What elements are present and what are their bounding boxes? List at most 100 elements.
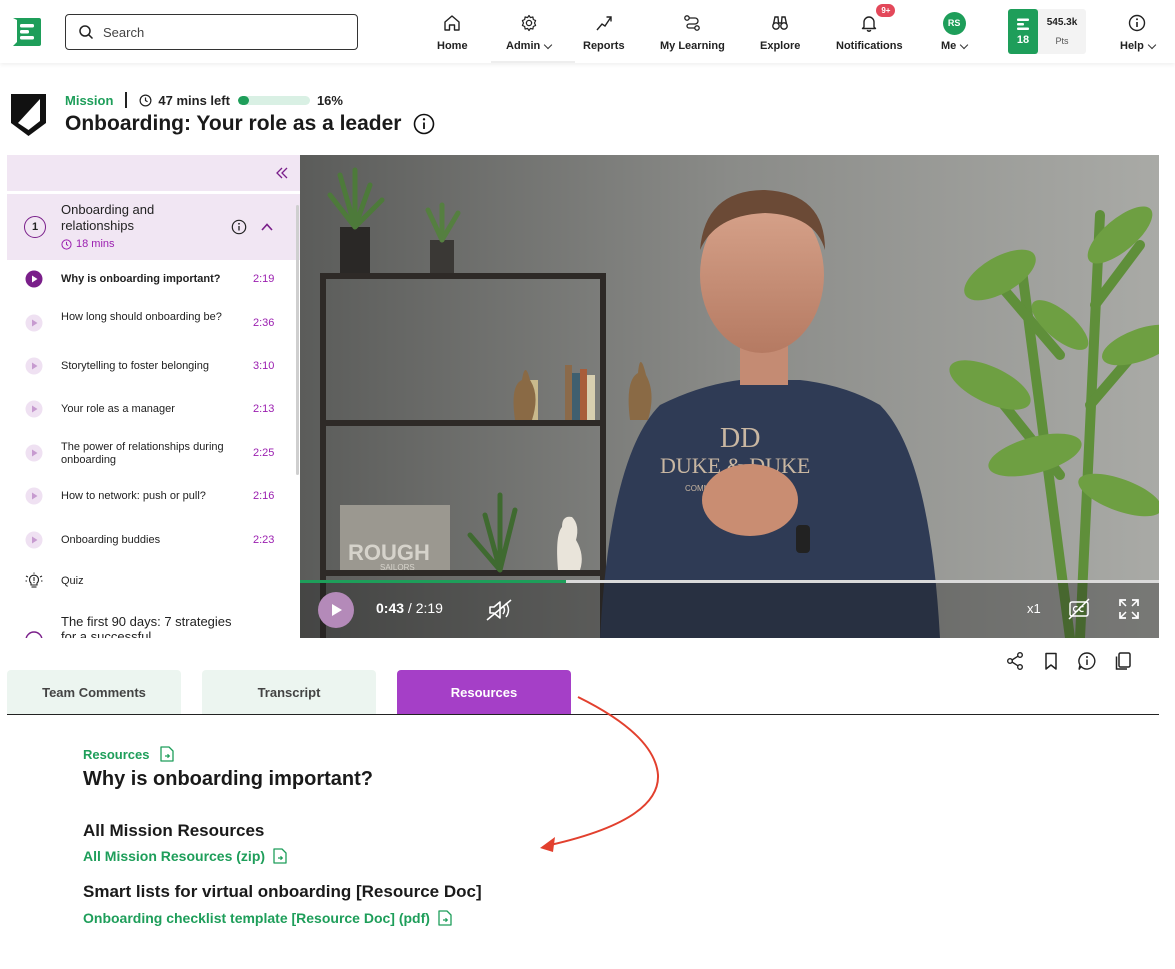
notification-count-badge: 9+	[876, 4, 896, 17]
sidebar-header	[7, 155, 300, 191]
chevron-down-icon	[960, 40, 969, 49]
points-value: 545.3k	[1046, 17, 1078, 28]
mute-icon[interactable]	[484, 597, 514, 623]
lesson-duration: 2:36	[253, 317, 275, 329]
lesson-item[interactable]: Storytelling to foster belonging 3:10	[7, 357, 292, 375]
video-time: 0:43 / 2:19	[376, 600, 443, 616]
sign-subtext: SAILORS	[380, 563, 415, 572]
search-box[interactable]	[65, 14, 358, 50]
nav-reports-label: Reports	[583, 40, 625, 52]
resource-link-text: All Mission Resources (zip)	[83, 848, 266, 864]
lesson-duration: 2:13	[253, 403, 275, 415]
admin-underline	[491, 61, 575, 63]
search-input[interactable]	[103, 24, 333, 40]
collapse-sidebar-icon[interactable]	[274, 165, 290, 181]
chevron-up-icon[interactable]	[260, 220, 274, 234]
nav-home-label: Home	[437, 40, 468, 52]
video-player[interactable]: ROUGH SAILORS DD DUKE & DUKE 0:43 / 2:19…	[300, 155, 1159, 638]
resource-link-text: Onboarding checklist template [Resource …	[83, 910, 430, 926]
lesson-title: Storytelling to foster belonging	[61, 359, 209, 372]
search-icon	[79, 25, 94, 40]
copy-icon[interactable]	[1113, 651, 1133, 671]
mission-progress-fill	[237, 95, 250, 105]
nav-admin-label: Admin	[506, 40, 541, 52]
play-circle-icon	[25, 314, 43, 332]
section-title: Onboarding and relationships	[61, 202, 155, 233]
playback-speed-button[interactable]: x1	[1027, 601, 1041, 616]
share-icon[interactable]	[1005, 651, 1025, 671]
mission-meta: Mission 47 mins left 16%	[65, 92, 343, 108]
lesson-duration: 2:16	[253, 490, 275, 502]
nav-home[interactable]: Home	[437, 12, 468, 52]
quiz-item[interactable]: Quiz	[7, 572, 292, 590]
lesson-item[interactable]: Why is onboarding important? 2:19	[7, 270, 292, 288]
tab-team-comments[interactable]: Team Comments	[7, 670, 181, 715]
points-widget[interactable]: 18 545.3k Pts	[1008, 9, 1086, 54]
mission-progress-bar	[237, 95, 310, 105]
video-controls: 0:43 / 2:19 x1	[300, 583, 1159, 638]
lesson-sidebar: 1 Onboarding and relationships 18 mins W…	[7, 155, 300, 638]
mission-progress-text: 16%	[316, 92, 343, 108]
route-icon	[684, 15, 701, 31]
nav-me[interactable]: RS Me	[941, 11, 969, 52]
play-icon	[332, 604, 342, 616]
nav-help[interactable]: Help	[1120, 12, 1157, 52]
document-icon	[438, 910, 452, 926]
lesson-title: The power of relationships during onboar…	[61, 441, 224, 466]
lesson-title: How to network: push or pull?	[61, 489, 206, 502]
lesson-item[interactable]: Onboarding buddies 2:23	[7, 531, 292, 549]
nav-reports[interactable]: Reports	[583, 12, 625, 52]
lesson-item[interactable]: How long should onboarding be? 2:36	[7, 311, 292, 332]
nav-me-label: Me	[941, 40, 957, 52]
section-circle-icon	[25, 631, 43, 638]
lesson-title: Quiz	[61, 574, 84, 587]
play-circle-icon	[25, 487, 43, 505]
home-icon	[444, 15, 460, 31]
current-time: 0:43	[376, 600, 405, 616]
sign-text: ROUGH	[348, 540, 430, 565]
info-icon[interactable]	[231, 219, 247, 235]
play-circle-icon	[25, 400, 43, 418]
resource-group-title: Smart lists for virtual onboarding [Reso…	[83, 882, 482, 901]
clock-icon	[139, 94, 152, 106]
binoculars-icon	[772, 16, 789, 30]
resources-breadcrumb: Resources	[83, 746, 175, 762]
lesson-item[interactable]: The first 90 days: 7 strategies for a su…	[7, 614, 292, 638]
resource-link[interactable]: Onboarding checklist template [Resource …	[83, 910, 452, 926]
nav-admin[interactable]: Admin	[506, 12, 553, 52]
play-circle-icon	[25, 357, 43, 375]
bell-icon	[862, 16, 877, 32]
nav-explore[interactable]: Explore	[760, 12, 800, 52]
app-logo-icon[interactable]	[10, 15, 42, 49]
total-duration: / 2:19	[407, 600, 443, 616]
lesson-item[interactable]: How to network: push or pull? 2:16	[7, 487, 292, 505]
resource-link[interactable]: All Mission Resources (zip)	[83, 848, 287, 864]
nav-my-learning-label: My Learning	[660, 40, 725, 52]
shirt-logo-text: DD	[720, 423, 760, 454]
clock-icon	[61, 238, 72, 250]
chevron-down-icon	[1147, 40, 1157, 49]
lesson-title: How long should onboarding be?	[61, 311, 222, 323]
lesson-item[interactable]: The power of relationships during onboar…	[7, 441, 292, 466]
top-navigation-bar: Home Admin Reports My Learning Explore 9…	[0, 0, 1175, 63]
feedback-icon[interactable]	[1077, 651, 1097, 671]
nav-my-learning[interactable]: My Learning	[660, 12, 725, 52]
captions-off-icon[interactable]	[1068, 598, 1090, 620]
tab-resources[interactable]: Resources	[397, 670, 571, 715]
info-icon[interactable]	[413, 113, 435, 135]
section-header[interactable]: 1 Onboarding and relationships 18 mins	[7, 194, 300, 260]
bookmark-icon[interactable]	[1041, 651, 1061, 671]
nav-notifications-label: Notifications	[836, 40, 903, 52]
mission-shield-icon	[11, 94, 46, 136]
trend-up-icon	[596, 16, 612, 31]
fullscreen-icon[interactable]	[1118, 598, 1140, 620]
play-button[interactable]	[318, 592, 354, 628]
sidebar-scrollbar[interactable]	[296, 205, 299, 475]
level-number: 18	[1016, 33, 1030, 46]
lesson-item[interactable]: Your role as a manager 2:13	[7, 400, 292, 418]
nav-explore-label: Explore	[760, 40, 801, 52]
resource-group-title: All Mission Resources	[83, 821, 265, 840]
tab-transcript[interactable]: Transcript	[202, 670, 376, 715]
info-icon	[1129, 14, 1146, 32]
nav-notifications[interactable]: 9+ Notifications	[836, 4, 903, 52]
